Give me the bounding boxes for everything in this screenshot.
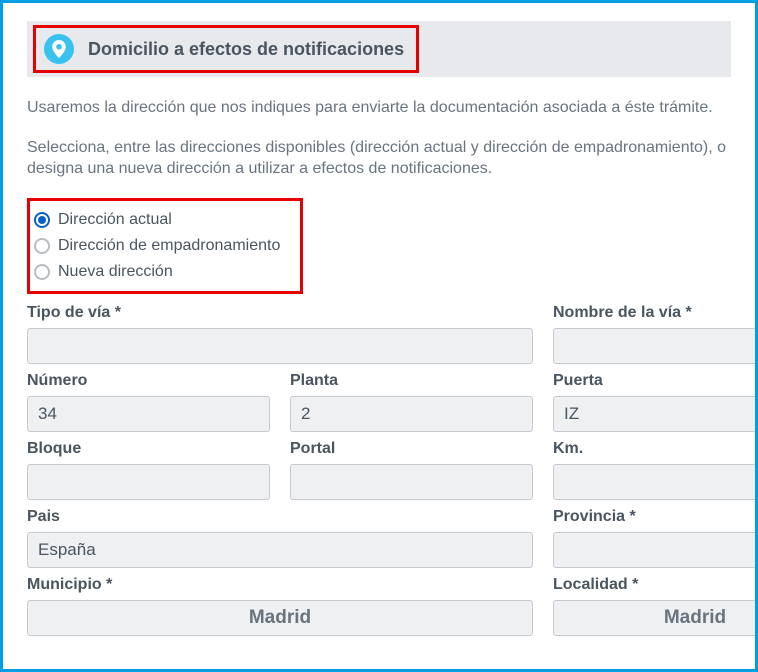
input-km[interactable] (553, 464, 758, 500)
section-header: Domicilio a efectos de notificaciones (27, 21, 731, 77)
input-bloque[interactable] (27, 464, 270, 500)
radio-census-address-label: Dirección de empadronamiento (58, 237, 280, 255)
field-planta: Planta (290, 372, 533, 432)
label-puerta: Puerta (553, 372, 758, 390)
field-km: Km. (553, 440, 758, 500)
address-form-grid: Tipo de vía * Nombre de la vía * Número … (27, 304, 731, 636)
label-tipo-via: Tipo de vía * (27, 304, 533, 322)
field-tipo-via: Tipo de vía * (27, 304, 533, 364)
label-provincia: Provincia * (553, 508, 758, 526)
input-tipo-via[interactable] (27, 328, 533, 364)
field-nombre-via: Nombre de la vía * (553, 304, 758, 364)
label-planta: Planta (290, 372, 533, 390)
label-pais: Pais (27, 508, 533, 526)
radio-button-icon (34, 264, 50, 280)
label-km: Km. (553, 440, 758, 458)
field-numero: Número (27, 372, 270, 432)
input-nombre-via[interactable] (553, 328, 758, 364)
radio-new-address[interactable]: Nueva dirección (34, 259, 280, 285)
input-municipio[interactable] (27, 600, 533, 636)
input-numero[interactable] (27, 396, 270, 432)
label-localidad: Localidad * (553, 576, 758, 594)
field-municipio: Municipio * (27, 576, 533, 636)
field-localidad: Localidad * (553, 576, 758, 636)
intro-paragraph-2: Selecciona, entre las direcciones dispon… (27, 137, 731, 180)
label-numero: Número (27, 372, 270, 390)
field-provincia: Provincia * (553, 508, 758, 568)
radio-census-address[interactable]: Dirección de empadronamiento (34, 233, 280, 259)
label-municipio: Municipio * (27, 576, 533, 594)
radio-current-address-label: Dirección actual (58, 211, 172, 229)
field-pais: Pais (27, 508, 533, 568)
section-header-highlight: Domicilio a efectos de notificaciones (33, 25, 419, 73)
radio-group-highlight-wrap: Dirección actual Dirección de empadronam… (27, 198, 731, 294)
radio-new-address-label: Nueva dirección (58, 263, 173, 281)
label-nombre-via: Nombre de la vía * (553, 304, 758, 322)
intro-paragraph-1: Usaremos la dirección que nos indiques p… (27, 97, 731, 119)
radio-button-icon (34, 212, 50, 228)
input-portal[interactable] (290, 464, 533, 500)
input-localidad[interactable] (553, 600, 758, 636)
input-planta[interactable] (290, 396, 533, 432)
label-portal: Portal (290, 440, 533, 458)
section-title: Domicilio a efectos de notificaciones (88, 39, 404, 60)
input-pais[interactable] (27, 532, 533, 568)
form-frame: Domicilio a efectos de notificaciones Us… (0, 0, 758, 672)
radio-group-highlight: Dirección actual Dirección de empadronam… (27, 198, 303, 294)
radio-current-address[interactable]: Dirección actual (34, 207, 280, 233)
radio-button-icon (34, 238, 50, 254)
label-bloque: Bloque (27, 440, 270, 458)
input-puerta[interactable] (553, 396, 758, 432)
field-portal: Portal (290, 440, 533, 500)
input-provincia[interactable] (553, 532, 758, 568)
location-pin-icon (44, 34, 74, 64)
field-bloque: Bloque (27, 440, 270, 500)
field-puerta: Puerta (553, 372, 758, 432)
